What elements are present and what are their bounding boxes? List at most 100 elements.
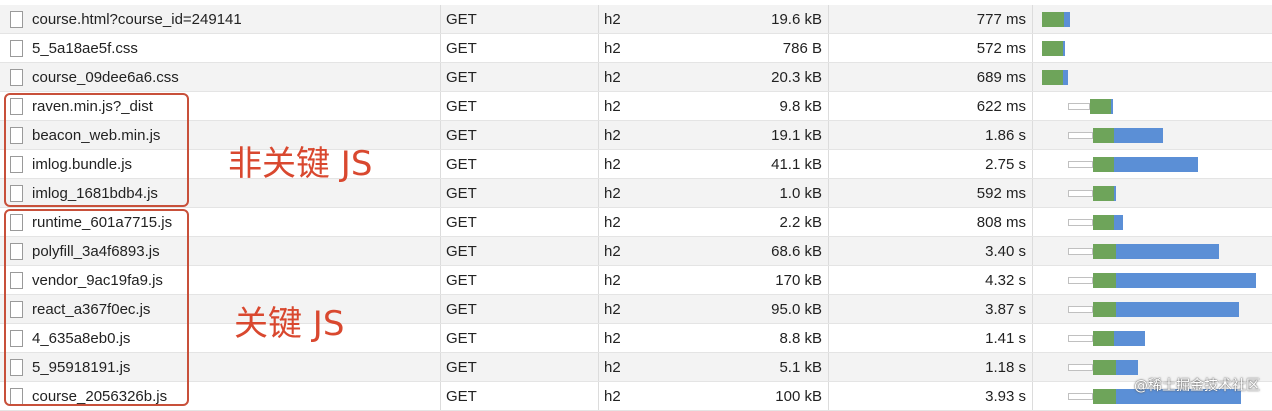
- table-row[interactable]: beacon_web.min.js GET h2 19.1 kB 1.86 s: [0, 121, 1272, 150]
- request-protocol: h2: [604, 243, 621, 260]
- waterfall-wait-segment: [1042, 70, 1063, 85]
- request-method: GET: [446, 214, 477, 231]
- column-divider: [598, 63, 599, 91]
- request-protocol: h2: [604, 359, 621, 376]
- request-method: GET: [446, 388, 477, 405]
- column-divider: [440, 266, 441, 294]
- request-method: GET: [446, 272, 477, 289]
- table-row[interactable]: 5_5a18ae5f.css GET h2 786 B 572 ms: [0, 34, 1272, 63]
- column-divider: [440, 92, 441, 120]
- waterfall-wait-segment: [1093, 186, 1115, 201]
- request-time: 3.87 s: [985, 301, 1026, 318]
- waterfall-wait-segment: [1093, 128, 1115, 143]
- column-divider: [440, 121, 441, 149]
- non-critical-js-label: 非关键 JS: [228, 144, 373, 184]
- watermark: @稀土掘金技术社区: [1134, 378, 1260, 394]
- column-divider: [828, 121, 829, 149]
- file-icon: [10, 11, 23, 28]
- column-divider: [1032, 208, 1033, 236]
- request-protocol: h2: [604, 127, 621, 144]
- table-row[interactable]: course.html?course_id=249141 GET h2 19.6 kB…: [0, 5, 1272, 34]
- request-time: 572 ms: [976, 40, 1026, 57]
- waterfall-download-segment: [1116, 302, 1239, 317]
- request-time: 4.32 s: [985, 272, 1026, 289]
- column-divider: [598, 5, 599, 33]
- waterfall-bar: [1034, 266, 1272, 295]
- table-row[interactable]: vendor_9ac19fa9.js GET h2 170 kB 4.32 s: [0, 266, 1272, 295]
- waterfall-download-segment: [1114, 157, 1198, 172]
- request-time: 808 ms: [976, 214, 1026, 231]
- waterfall-queue-segment: [1068, 393, 1094, 400]
- column-divider: [828, 179, 829, 207]
- table-row[interactable]: runtime_601a7715.js GET h2 2.2 kB 808 ms: [0, 208, 1272, 237]
- request-time: 1.86 s: [985, 127, 1026, 144]
- request-method: GET: [446, 185, 477, 202]
- table-row[interactable]: imlog_1681bdb4.js GET h2 1.0 kB 592 ms: [0, 179, 1272, 208]
- column-divider: [440, 382, 441, 410]
- request-method: GET: [446, 40, 477, 57]
- table-row[interactable]: raven.min.js?_dist GET h2 9.8 kB 622 ms: [0, 92, 1272, 121]
- column-divider: [440, 353, 441, 381]
- request-name: course_09dee6a6.css: [32, 69, 179, 86]
- column-divider: [828, 295, 829, 323]
- request-size: 2.2 kB: [779, 214, 822, 231]
- column-divider: [828, 5, 829, 33]
- waterfall-queue-segment: [1068, 335, 1094, 342]
- column-divider: [1032, 382, 1033, 410]
- request-size: 170 kB: [775, 272, 822, 289]
- waterfall-download-segment: [1116, 360, 1138, 375]
- column-divider: [598, 295, 599, 323]
- waterfall-wait-segment: [1042, 41, 1063, 56]
- waterfall-bar: [1034, 324, 1272, 353]
- request-protocol: h2: [604, 330, 621, 347]
- column-divider: [598, 324, 599, 352]
- column-divider: [1032, 92, 1033, 120]
- request-protocol: h2: [604, 214, 621, 231]
- request-size: 1.0 kB: [779, 185, 822, 202]
- table-row[interactable]: course_2056326b.js GET h2 100 kB 3.93 s: [0, 382, 1272, 411]
- request-protocol: h2: [604, 98, 621, 115]
- table-row[interactable]: 5_95918191.js GET h2 5.1 kB 1.18 s: [0, 353, 1272, 382]
- waterfall-download-segment: [1114, 331, 1145, 346]
- column-divider: [1032, 121, 1033, 149]
- column-divider: [828, 34, 829, 62]
- waterfall-queue-segment: [1068, 219, 1094, 226]
- request-protocol: h2: [604, 185, 621, 202]
- waterfall-bar: [1034, 121, 1272, 150]
- request-size: 68.6 kB: [771, 243, 822, 260]
- table-row[interactable]: 4_635a8eb0.js GET h2 8.8 kB 1.41 s: [0, 324, 1272, 353]
- waterfall-queue-segment: [1068, 306, 1094, 313]
- column-divider: [598, 382, 599, 410]
- table-row[interactable]: imlog.bundle.js GET h2 41.1 kB 2.75 s: [0, 150, 1272, 179]
- request-protocol: h2: [604, 388, 621, 405]
- column-divider: [440, 150, 441, 178]
- waterfall-queue-segment: [1068, 132, 1094, 139]
- waterfall-wait-segment: [1093, 215, 1115, 230]
- column-divider: [440, 237, 441, 265]
- table-row[interactable]: course_09dee6a6.css GET h2 20.3 kB 689 ms: [0, 63, 1272, 92]
- request-time: 622 ms: [976, 98, 1026, 115]
- waterfall-download-segment: [1116, 273, 1256, 288]
- column-divider: [828, 382, 829, 410]
- request-time: 3.93 s: [985, 388, 1026, 405]
- column-divider: [598, 92, 599, 120]
- request-method: GET: [446, 98, 477, 115]
- request-size: 5.1 kB: [779, 359, 822, 376]
- table-row[interactable]: polyfill_3a4f6893.js GET h2 68.6 kB 3.40 s: [0, 237, 1272, 266]
- request-method: GET: [446, 330, 477, 347]
- column-divider: [598, 208, 599, 236]
- waterfall-bar: [1034, 179, 1272, 208]
- waterfall-bar: [1034, 295, 1272, 324]
- column-divider: [1032, 353, 1033, 381]
- table-row[interactable]: react_a367f0ec.js GET h2 95.0 kB 3.87 s: [0, 295, 1272, 324]
- request-protocol: h2: [604, 156, 621, 173]
- column-divider: [598, 150, 599, 178]
- waterfall-wait-segment: [1089, 99, 1111, 114]
- column-divider: [440, 63, 441, 91]
- waterfall-download-segment: [1114, 128, 1164, 143]
- request-method: GET: [446, 156, 477, 173]
- waterfall-wait-segment: [1042, 12, 1064, 27]
- critical-js-label: 关键 JS: [234, 304, 345, 344]
- column-divider: [598, 237, 599, 265]
- request-time: 1.18 s: [985, 359, 1026, 376]
